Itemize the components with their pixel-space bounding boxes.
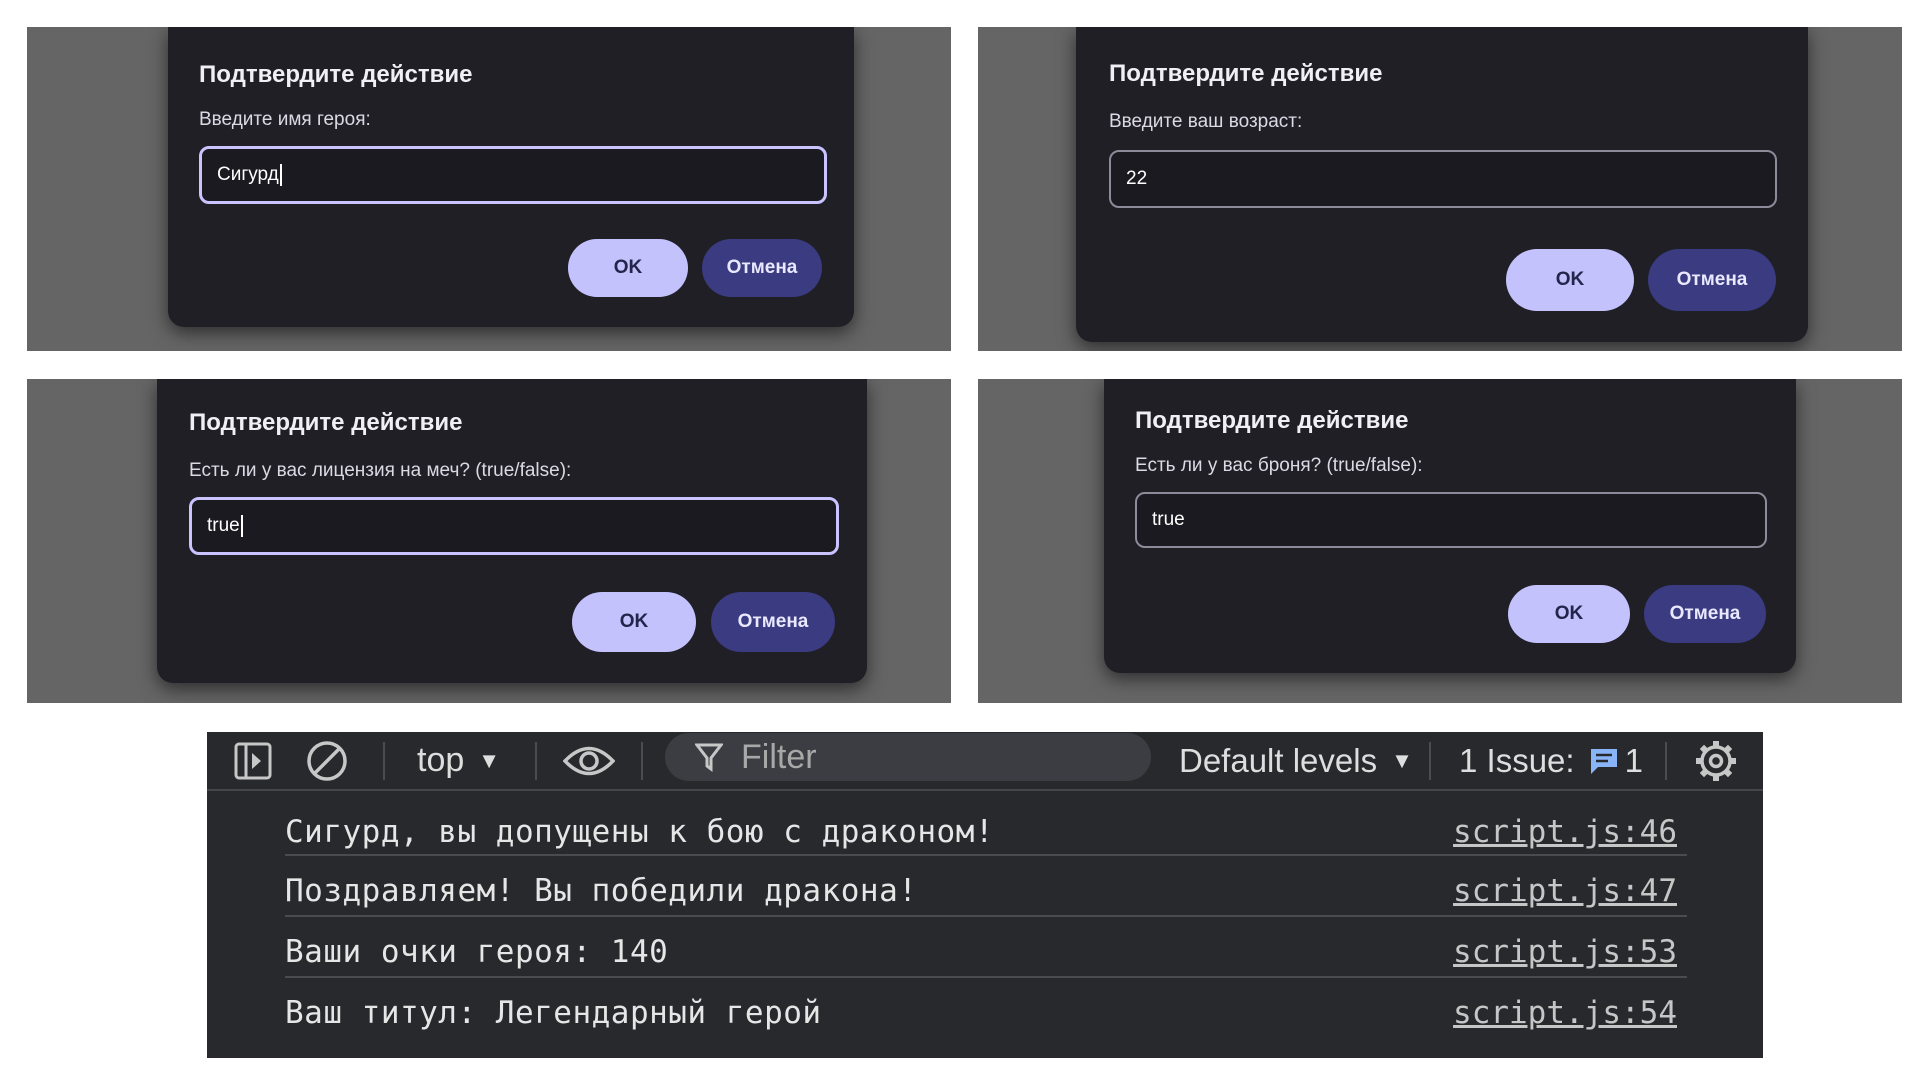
issue-message-icon <box>1589 747 1619 775</box>
gear-icon[interactable] <box>1693 732 1739 789</box>
prompt-input-value: 22 <box>1126 168 1148 189</box>
log-source-link[interactable]: script.js:54 <box>1453 995 1677 1031</box>
ok-button[interactable]: OK <box>1506 249 1634 311</box>
issues-button[interactable]: 1 Issue: 1 <box>1459 732 1643 789</box>
log-source-link[interactable]: script.js:47 <box>1453 873 1677 909</box>
ok-button[interactable]: OK <box>572 592 696 652</box>
sidebar-toggle-icon[interactable] <box>231 732 275 789</box>
dialog-prompt-label: Есть ли у вас лицензия на меч? (true/fal… <box>189 460 572 481</box>
issues-count: 1 <box>1624 741 1643 779</box>
cancel-button[interactable]: Отмена <box>1644 585 1766 643</box>
prompt-screenshot-age: Подтвердите действие Введите ваш возраст… <box>978 27 1902 351</box>
dialog-title: Подтвердите действие <box>199 61 473 88</box>
cancel-button[interactable]: Отмена <box>1648 249 1776 311</box>
log-message: Ваши очки героя: 140 <box>285 934 669 970</box>
console-log-entry: Ваши очки героя: 140 script.js:53 <box>285 924 1687 984</box>
log-message: Ваш титул: Легендарный герой <box>285 995 822 1031</box>
live-expression-icon[interactable] <box>563 732 615 789</box>
ok-button[interactable]: OK <box>568 239 688 297</box>
chevron-down-icon: ▼ <box>478 747 501 773</box>
prompt-screenshot-hero-name: Подтвердите действие Введите имя героя: … <box>27 27 951 351</box>
filter-input[interactable]: Filter <box>665 733 1151 781</box>
dialog-title: Подтвердите действие <box>1109 60 1383 87</box>
log-message: Поздравляем! Вы победили дракона! <box>285 873 918 909</box>
dialog-title: Подтвердите действие <box>189 409 463 436</box>
prompt-dialog: Подтвердите действие Есть ли у вас броня… <box>1104 379 1796 673</box>
prompt-dialog: Подтвердите действие Введите ваш возраст… <box>1076 27 1808 342</box>
ok-button[interactable]: OK <box>1508 585 1630 643</box>
prompt-input-value: true <box>207 515 240 536</box>
context-label: top <box>417 741 465 779</box>
clear-console-icon[interactable] <box>305 732 349 789</box>
log-levels-label: Default levels <box>1179 741 1378 779</box>
issues-label: 1 Issue: <box>1459 741 1575 779</box>
text-caret <box>240 515 243 537</box>
dialog-prompt-label: Введите ваш возраст: <box>1109 111 1303 132</box>
log-source-link[interactable]: script.js:46 <box>1453 814 1677 850</box>
prompt-input[interactable]: true <box>1135 492 1767 548</box>
dialog-prompt-label: Есть ли у вас броня? (true/false): <box>1135 455 1423 476</box>
console-toolbar: top ▼ Filter Default levels ▼ 1 Issue: 1 <box>207 732 1763 791</box>
console-log-entry: Ваш титул: Легендарный герой script.js:5… <box>285 985 1687 1045</box>
text-caret <box>279 164 282 186</box>
prompt-input-value: Сигурд <box>217 164 279 185</box>
prompt-input-value: true <box>1152 509 1185 530</box>
prompt-screenshot-sword-license: Подтвердите действие Есть ли у вас лицен… <box>27 379 951 703</box>
log-levels-dropdown[interactable]: Default levels ▼ <box>1179 732 1413 789</box>
filter-icon <box>695 742 723 772</box>
context-selector[interactable]: top ▼ <box>417 732 500 789</box>
dialog-prompt-label: Введите имя героя: <box>199 109 371 130</box>
prompt-input[interactable]: Сигурд <box>199 146 827 204</box>
cancel-button[interactable]: Отмена <box>702 239 822 297</box>
devtools-console: top ▼ Filter Default levels ▼ 1 Issue: 1… <box>207 732 1763 1058</box>
console-log-entry: Поздравляем! Вы победили дракона! script… <box>285 863 1687 923</box>
prompt-input[interactable]: 22 <box>1109 150 1777 208</box>
prompt-dialog: Подтвердите действие Есть ли у вас лицен… <box>157 379 867 683</box>
log-source-link[interactable]: script.js:53 <box>1453 934 1677 970</box>
prompt-dialog: Подтвердите действие Введите имя героя: … <box>168 27 854 327</box>
chevron-down-icon: ▼ <box>1391 747 1413 773</box>
prompt-screenshot-armor: Подтвердите действие Есть ли у вас броня… <box>978 379 1902 703</box>
cancel-button[interactable]: Отмена <box>711 592 835 652</box>
dialog-title: Подтвердите действие <box>1135 407 1409 434</box>
filter-placeholder: Filter <box>741 737 817 776</box>
prompt-input[interactable]: true <box>189 497 839 555</box>
log-message: Сигурд, вы допущены к бою с драконом! <box>285 814 995 850</box>
